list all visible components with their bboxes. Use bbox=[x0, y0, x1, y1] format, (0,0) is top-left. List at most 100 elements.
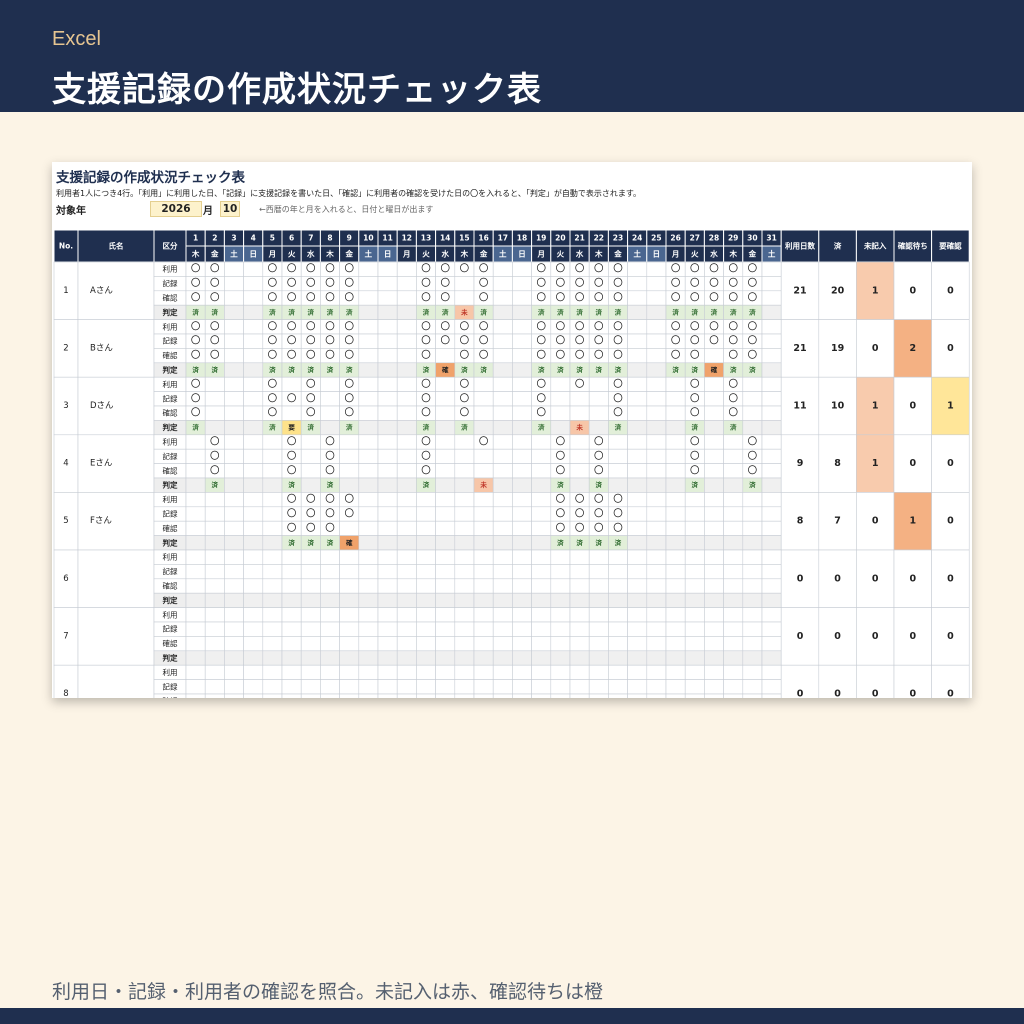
day-cell bbox=[377, 506, 398, 522]
day-cell bbox=[492, 679, 513, 695]
judge-mark: 済 bbox=[288, 538, 295, 547]
day-cell bbox=[512, 333, 532, 349]
day-cell bbox=[358, 304, 379, 320]
circle-mark: 〇 bbox=[594, 494, 604, 505]
day-cell bbox=[435, 693, 456, 698]
day-cell bbox=[531, 549, 552, 565]
circle-mark: 〇 bbox=[613, 321, 623, 332]
day-cell bbox=[262, 434, 283, 450]
day-cell bbox=[608, 477, 628, 493]
day-cell bbox=[608, 607, 628, 623]
day-cell bbox=[358, 290, 379, 306]
judge-mark: 済 bbox=[596, 538, 603, 547]
day-cell bbox=[224, 477, 244, 493]
summary-value: 0 bbox=[872, 343, 879, 354]
day-cell bbox=[416, 607, 436, 623]
day-cell bbox=[665, 434, 686, 450]
day-cell bbox=[473, 650, 494, 666]
day-cell bbox=[761, 592, 782, 608]
day-cell bbox=[454, 650, 475, 666]
day-cell bbox=[473, 621, 494, 637]
day-cell bbox=[723, 592, 744, 608]
day-cell bbox=[224, 391, 244, 407]
day-cell bbox=[358, 578, 379, 594]
circle-mark: 〇 bbox=[344, 336, 354, 347]
circle-mark: 〇 bbox=[306, 293, 316, 304]
day-cell bbox=[761, 477, 782, 493]
day-cell bbox=[185, 549, 206, 565]
judge-mark: 済 bbox=[308, 423, 315, 432]
day-cell bbox=[627, 405, 648, 421]
day-cell bbox=[377, 693, 398, 698]
day-cell bbox=[358, 420, 379, 436]
judge-mark: 済 bbox=[692, 307, 699, 316]
judge-mark: 済 bbox=[576, 365, 583, 374]
circle-mark: 〇 bbox=[575, 336, 585, 347]
summary-value: 1 bbox=[872, 458, 879, 469]
judge-mark: 済 bbox=[672, 365, 679, 374]
day-cell bbox=[512, 578, 532, 594]
circle-mark: 〇 bbox=[479, 437, 489, 448]
day-cell bbox=[243, 463, 264, 479]
day-cell bbox=[224, 376, 244, 392]
day-cell bbox=[512, 535, 532, 551]
day-cell bbox=[473, 463, 494, 479]
day-cell bbox=[339, 693, 360, 698]
circle-mark: 〇 bbox=[709, 321, 719, 332]
header-name: 氏名 bbox=[109, 241, 124, 251]
circle-mark: 〇 bbox=[748, 451, 758, 462]
weekday-label: 火 bbox=[288, 250, 296, 259]
day-number: 6 bbox=[289, 234, 294, 243]
day-cell bbox=[224, 290, 244, 306]
judge-mark: 済 bbox=[730, 365, 737, 374]
day-cell bbox=[569, 636, 590, 652]
day-cell bbox=[377, 448, 398, 464]
day-cell bbox=[761, 520, 782, 536]
day-cell bbox=[262, 679, 283, 695]
day-cell bbox=[224, 348, 244, 364]
user-name: Aさん bbox=[90, 286, 113, 296]
day-cell bbox=[492, 607, 513, 623]
circle-mark: 〇 bbox=[325, 509, 335, 520]
row-kind-label: 確認 bbox=[163, 523, 178, 533]
day-cell bbox=[224, 492, 244, 508]
day-cell bbox=[262, 607, 283, 623]
day-cell bbox=[454, 664, 475, 680]
day-number: 23 bbox=[613, 234, 623, 243]
weekday-label: 土 bbox=[499, 249, 507, 259]
day-cell bbox=[761, 290, 782, 306]
day-cell bbox=[396, 448, 417, 464]
day-cell bbox=[646, 376, 667, 392]
day-cell bbox=[204, 578, 225, 594]
day-cell bbox=[224, 549, 244, 565]
day-number: 10 bbox=[363, 234, 373, 243]
day-cell bbox=[377, 592, 398, 608]
day-cell bbox=[761, 304, 782, 320]
header-needs_check: 要確認 bbox=[939, 241, 962, 251]
day-cell bbox=[684, 650, 705, 666]
summary-value: 0 bbox=[834, 631, 841, 642]
day-cell bbox=[608, 679, 628, 695]
day-cell bbox=[742, 636, 763, 652]
day-cell bbox=[704, 463, 724, 479]
day-cell bbox=[454, 621, 475, 637]
circle-mark: 〇 bbox=[613, 278, 623, 289]
row-kind-label: 判定 bbox=[163, 537, 178, 547]
day-cell bbox=[512, 664, 532, 680]
day-cell bbox=[588, 621, 609, 637]
day-cell bbox=[492, 621, 513, 637]
circle-mark: 〇 bbox=[709, 278, 719, 289]
day-cell bbox=[550, 621, 571, 637]
day-cell bbox=[627, 693, 648, 698]
circle-mark: 〇 bbox=[210, 321, 220, 332]
day-cell bbox=[761, 276, 782, 292]
day-cell bbox=[761, 578, 782, 594]
day-cell bbox=[377, 520, 398, 536]
day-cell bbox=[185, 448, 206, 464]
day-cell bbox=[627, 492, 648, 508]
day-cell bbox=[531, 564, 552, 580]
circle-mark: 〇 bbox=[191, 293, 201, 304]
day-cell bbox=[358, 492, 379, 508]
circle-mark: 〇 bbox=[556, 465, 566, 476]
day-cell bbox=[339, 679, 360, 695]
